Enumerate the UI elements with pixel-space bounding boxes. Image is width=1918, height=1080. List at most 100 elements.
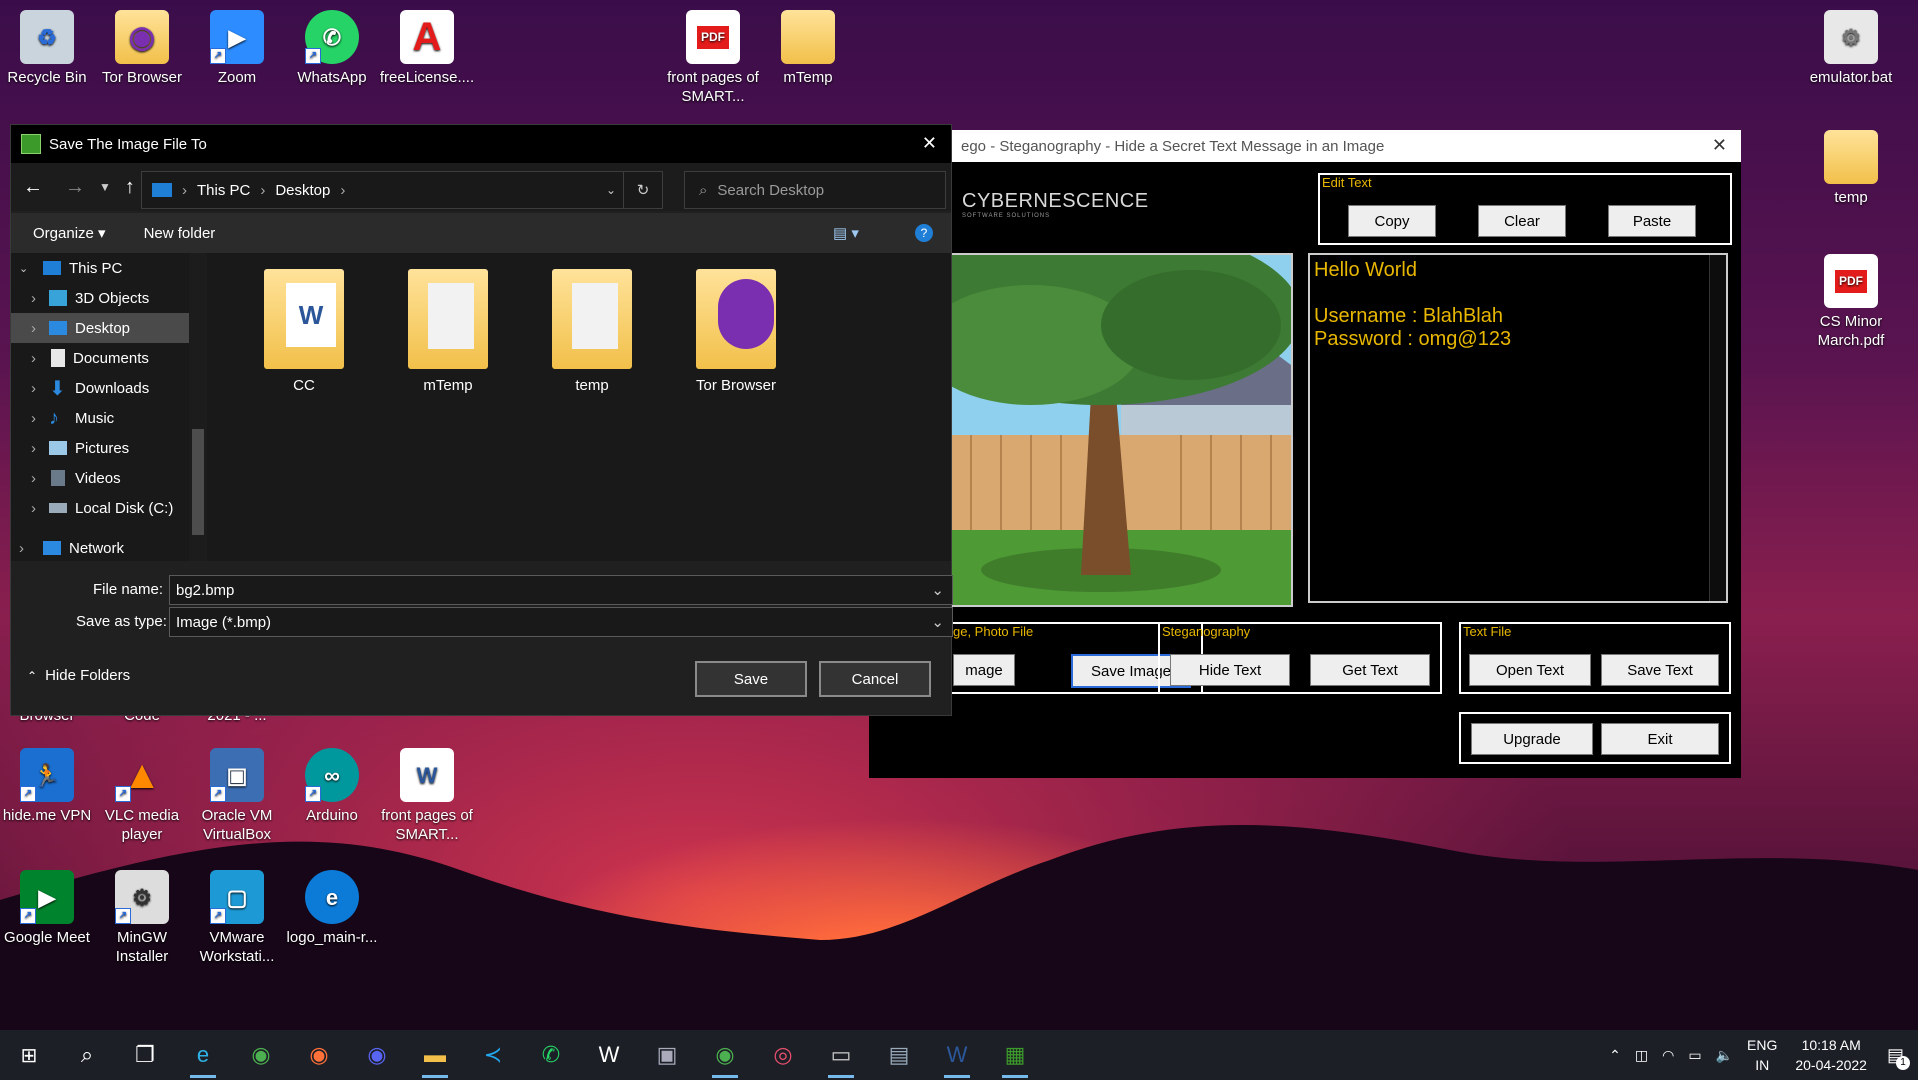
- search-icon[interactable]: ⌕: [58, 1030, 116, 1080]
- dialog-titlebar[interactable]: Save The Image File To ✕: [11, 125, 951, 163]
- refresh-icon[interactable]: ↻: [623, 172, 662, 208]
- nav-item-downloads[interactable]: › ⬇ Downloads: [11, 373, 207, 403]
- nav-item-music[interactable]: › ♪ Music: [11, 403, 207, 433]
- desktop-icon-label: front pages of SMART...: [381, 807, 473, 843]
- save-type-select[interactable]: Image (*.bmp) ⌄: [169, 607, 953, 637]
- whatsapp-icon[interactable]: ✆: [522, 1030, 580, 1080]
- firefox-icon[interactable]: ◉: [290, 1030, 348, 1080]
- search-box[interactable]: ⌕ Search Desktop: [684, 171, 946, 209]
- file-item-tor-browser[interactable]: Tor Browser: [671, 259, 801, 394]
- app-titlebar[interactable]: ego - Steganography - Hide a Secret Text…: [949, 130, 1741, 162]
- desktop-icon-recycle-bin[interactable]: ♻ Recycle Bin: [0, 10, 95, 87]
- steganography-app-icon[interactable]: ▦: [986, 1030, 1044, 1080]
- back-arrow-icon[interactable]: ←: [23, 176, 43, 199]
- save-text-button[interactable]: Save Text: [1601, 654, 1719, 686]
- close-icon[interactable]: ✕: [1712, 135, 1727, 156]
- chrome-icon[interactable]: ◉: [232, 1030, 290, 1080]
- vscode-icon[interactable]: ≺: [464, 1030, 522, 1080]
- desktop-icon-vmware[interactable]: ▢ ↗ VMware Workstati...: [189, 870, 285, 966]
- copy-button[interactable]: Copy: [1348, 205, 1436, 237]
- nav-scrollbar[interactable]: [189, 253, 207, 561]
- address-bar[interactable]: › This PC › Desktop › ⌄ ↻: [141, 171, 663, 209]
- desktop-icon-freelicense[interactable]: A freeLicense....: [379, 10, 475, 87]
- chrome-icon[interactable]: ◉: [696, 1030, 754, 1080]
- paste-button[interactable]: Paste: [1608, 205, 1696, 237]
- nav-item-local-disk[interactable]: › Local Disk (C:): [11, 493, 207, 523]
- recent-dropdown-icon[interactable]: ▼: [99, 180, 111, 194]
- virtualbox-icon[interactable]: ▣: [638, 1030, 696, 1080]
- exit-button[interactable]: Exit: [1601, 723, 1719, 755]
- get-text-button[interactable]: Get Text: [1310, 654, 1430, 686]
- task-view-icon[interactable]: ❐: [116, 1030, 174, 1080]
- desktop-icon-zoom[interactable]: ▶ ↗ Zoom: [189, 10, 285, 87]
- hide-folders-toggle[interactable]: ⌃ Hide Folders: [27, 667, 130, 684]
- desktop-icon-hideme[interactable]: 🏃 ↗ hide.me VPN: [0, 748, 95, 825]
- close-icon[interactable]: ✕: [922, 133, 937, 154]
- hide-text-button[interactable]: Hide Text: [1170, 654, 1290, 686]
- file-explorer-icon[interactable]: ▬: [406, 1030, 464, 1080]
- secret-text-area[interactable]: Hello World Username : BlahBlah Password…: [1308, 253, 1728, 603]
- chevron-down-icon[interactable]: ⌄: [606, 183, 616, 197]
- desktop-icon-tor-browser[interactable]: ◉ Tor Browser: [94, 10, 190, 87]
- help-icon[interactable]: ?: [915, 224, 933, 242]
- nav-item-pictures[interactable]: › Pictures: [11, 433, 207, 463]
- organize-menu[interactable]: Organize ▾: [33, 224, 106, 242]
- wifi-icon[interactable]: ◠: [1662, 1047, 1674, 1064]
- open-image-button[interactable]: mage: [953, 654, 1015, 686]
- breadcrumb-desktop[interactable]: Desktop: [275, 182, 330, 199]
- notifications-icon[interactable]: ▤ 1: [1887, 1045, 1910, 1070]
- text-scrollbar[interactable]: [1709, 255, 1726, 601]
- language-indicator[interactable]: ENG IN: [1747, 1035, 1777, 1075]
- discord-icon[interactable]: ◉: [348, 1030, 406, 1080]
- desktop-icon-logo-main[interactable]: e logo_main-r...: [284, 870, 380, 947]
- nav-item-network[interactable]: › Network: [11, 533, 207, 563]
- scrollbar-thumb[interactable]: [192, 429, 204, 535]
- clear-button[interactable]: Clear: [1478, 205, 1566, 237]
- terminal-icon[interactable]: ▭: [812, 1030, 870, 1080]
- desktop-icon-temp[interactable]: temp: [1803, 130, 1899, 207]
- snipping-icon[interactable]: ◎: [754, 1030, 812, 1080]
- cancel-button[interactable]: Cancel: [819, 661, 931, 697]
- chevron-up-icon[interactable]: ⌃: [1609, 1047, 1621, 1064]
- desktop-icon-vlc[interactable]: ▲ ↗ VLC media player: [94, 748, 190, 844]
- save-button[interactable]: Save: [695, 661, 807, 697]
- open-text-button[interactable]: Open Text: [1469, 654, 1591, 686]
- word-icon[interactable]: W: [580, 1030, 638, 1080]
- windows-start-icon[interactable]: ⊞: [0, 1030, 58, 1080]
- desktop-icon-google-meet[interactable]: ▶ ↗ Google Meet: [0, 870, 95, 947]
- chevron-down-icon[interactable]: ⌄: [931, 613, 944, 631]
- desktop-icon-mingw[interactable]: ⚙ ↗ MinGW Installer: [94, 870, 190, 966]
- desktop-icon-cs-minor[interactable]: PDF CS Minor March.pdf: [1803, 254, 1899, 350]
- breadcrumb-this-pc[interactable]: This PC: [197, 182, 250, 199]
- desktop-icon-mtemp[interactable]: mTemp: [760, 10, 856, 87]
- desktop-icon-front-pages-pdf[interactable]: PDF front pages of SMART...: [665, 10, 761, 106]
- view-options-icon[interactable]: ▤ ▾: [833, 224, 859, 242]
- file-name-input[interactable]: bg2.bmp ⌄: [169, 575, 953, 605]
- edge-icon[interactable]: e: [174, 1030, 232, 1080]
- file-item-temp[interactable]: temp: [527, 259, 657, 394]
- explorer-window-icon[interactable]: ▤: [870, 1030, 928, 1080]
- file-item-cc[interactable]: W CC: [239, 259, 369, 394]
- chevron-down-icon[interactable]: ⌄: [931, 581, 944, 599]
- new-folder-button[interactable]: New folder: [144, 225, 216, 242]
- desktop-icon-arduino[interactable]: ∞ ↗ Arduino: [284, 748, 380, 825]
- desktop-icon-front-pages-doc[interactable]: W front pages of SMART...: [379, 748, 475, 844]
- desktop-icon-emulator[interactable]: ⚙ emulator.bat: [1803, 10, 1899, 87]
- up-arrow-icon[interactable]: ↑: [125, 176, 135, 199]
- forward-arrow-icon[interactable]: →: [65, 176, 85, 199]
- volume-icon[interactable]: 🔈: [1716, 1047, 1733, 1064]
- nav-item-this-pc[interactable]: ⌄ This PC: [11, 253, 207, 283]
- desktop-icon-virtualbox[interactable]: ▣ ↗ Oracle VM VirtualBox: [189, 748, 285, 844]
- clock[interactable]: 10:18 AM 20-04-2022: [1795, 1035, 1867, 1075]
- meet-now-icon[interactable]: ◫: [1635, 1047, 1648, 1064]
- nav-item-3d-objects[interactable]: › 3D Objects: [11, 283, 207, 313]
- nav-item-desktop[interactable]: › Desktop: [11, 313, 207, 343]
- desktop-icon-label: Oracle VM VirtualBox: [201, 807, 273, 843]
- desktop-icon-whatsapp[interactable]: ✆ ↗ WhatsApp: [284, 10, 380, 87]
- file-item-mtemp[interactable]: mTemp: [383, 259, 513, 394]
- nav-item-videos[interactable]: › Videos: [11, 463, 207, 493]
- word-doc-icon[interactable]: W: [928, 1030, 986, 1080]
- nav-item-documents[interactable]: › Documents: [11, 343, 207, 373]
- upgrade-button[interactable]: Upgrade: [1471, 723, 1593, 755]
- battery-icon[interactable]: ▭: [1688, 1047, 1701, 1064]
